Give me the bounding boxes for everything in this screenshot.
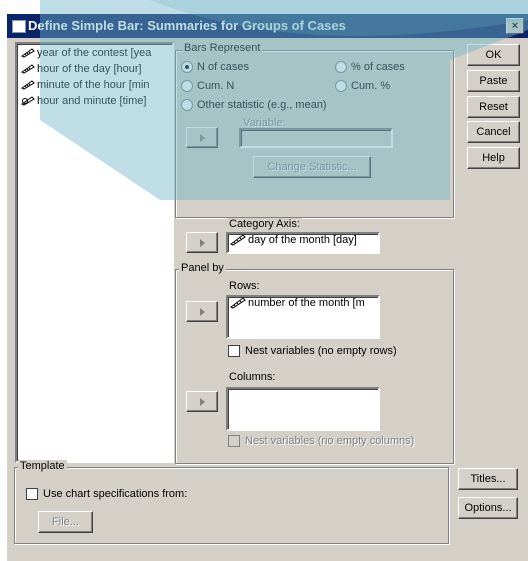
close-button[interactable]: × — [506, 18, 524, 34]
list-item[interactable]: hour and minute [time] — [21, 95, 146, 111]
options-button[interactable]: Options... — [458, 497, 518, 519]
arrow-right-icon — [200, 239, 205, 247]
move-columns-button[interactable] — [186, 391, 218, 412]
cum-n-radio[interactable]: Cum. N — [181, 80, 234, 93]
rows-field[interactable]: number of the month [m — [226, 295, 380, 339]
use-chart-specs-checkbox[interactable]: Use chart specifications from: — [26, 488, 187, 501]
list-item[interactable]: hour of the day [hour] — [21, 63, 142, 79]
category-axis-field[interactable]: day of the month [day] — [226, 232, 380, 254]
cum-pct-radio[interactable]: Cum. % — [335, 80, 390, 93]
reset-button[interactable]: Reset — [467, 96, 520, 118]
arrow-right-icon — [200, 134, 205, 142]
move-rows-button[interactable] — [186, 301, 218, 322]
ruler-icon — [21, 48, 35, 58]
paste-button[interactable]: Paste — [467, 70, 520, 92]
ruler-icon — [230, 297, 246, 309]
pct-of-cases-radio[interactable]: % of cases — [335, 61, 405, 74]
variable-label: minute of the hour [min — [37, 79, 150, 92]
list-item[interactable]: minute of the hour [min — [21, 79, 150, 95]
list-item[interactable]: year of the contest [yea — [21, 47, 151, 63]
columns-label: Columns: — [227, 371, 278, 383]
arrow-right-icon — [200, 308, 205, 316]
other-statistic-radio[interactable]: Other statistic (e.g., mean) — [181, 99, 327, 112]
template-label: Template — [18, 460, 67, 472]
scale-icon — [21, 96, 35, 106]
change-statistic-button[interactable]: Change Statistic... — [253, 156, 371, 178]
source-variable-list[interactable]: year of the contest [yea hour of the day… — [15, 42, 174, 463]
window-icon — [12, 20, 26, 33]
title-bar[interactable]: Define Simple Bar: Summaries for Groups … — [7, 14, 528, 38]
variable-label: year of the contest [yea — [37, 47, 152, 60]
rows-label: Rows: — [227, 280, 262, 292]
columns-field[interactable] — [226, 387, 380, 431]
category-axis-value: day of the month [day] — [248, 234, 357, 247]
n-of-cases-radio[interactable]: N of cases — [181, 61, 249, 74]
ruler-icon — [21, 64, 35, 74]
cancel-button[interactable]: Cancel — [467, 121, 520, 143]
variable-label: hour and minute [time] — [37, 95, 147, 108]
ruler-icon — [21, 80, 35, 90]
nest-columns-checkbox[interactable]: Nest variables (no empty columns) — [228, 435, 414, 448]
ok-button[interactable]: OK — [467, 44, 520, 66]
category-axis-label: Category Axis: — [227, 218, 302, 230]
rows-value: number of the month [m — [248, 297, 365, 310]
arrow-right-icon — [200, 398, 205, 406]
file-button[interactable]: File... — [38, 511, 93, 533]
move-variable-button[interactable] — [186, 127, 218, 148]
variable-field[interactable] — [239, 128, 393, 148]
variable-label: hour of the day [hour] — [37, 63, 142, 76]
ruler-icon — [230, 234, 246, 246]
panel-by-label: Panel by — [179, 262, 226, 274]
nest-rows-checkbox[interactable]: Nest variables (no empty rows) — [228, 345, 397, 358]
dialog-window: Define Simple Bar: Summaries for Groups … — [7, 14, 528, 561]
bars-represent-label: Bars Represent — [182, 42, 263, 54]
move-category-button[interactable] — [186, 232, 218, 253]
titles-button[interactable]: Titles... — [458, 468, 518, 490]
window-title: Define Simple Bar: Summaries for Groups … — [28, 18, 346, 33]
help-button[interactable]: Help — [467, 147, 520, 169]
